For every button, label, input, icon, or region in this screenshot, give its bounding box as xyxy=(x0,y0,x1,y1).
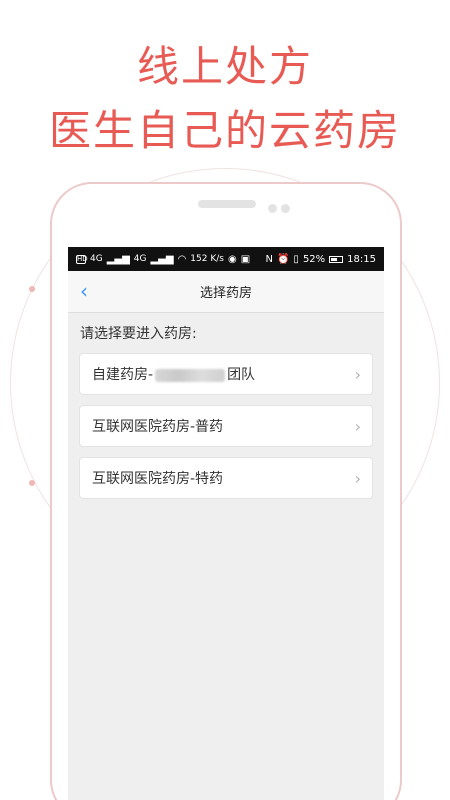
network-speed: 152 K/s xyxy=(190,254,224,264)
phone-speaker xyxy=(198,200,256,208)
battery-percent: 52% xyxy=(302,253,326,265)
phone-camera-dot xyxy=(268,204,277,213)
app-notification-icon: ▣ xyxy=(240,253,251,265)
alarm-icon: ⏰ xyxy=(276,253,290,265)
pharmacy-item-special[interactable]: 互联网医院药房-特药 › xyxy=(79,457,373,499)
chevron-right-icon: › xyxy=(354,468,361,488)
wifi-icon: ◠ xyxy=(177,253,187,265)
battery-icon xyxy=(329,255,344,263)
page-title: 选择药房 xyxy=(199,286,252,301)
chevron-right-icon: › xyxy=(354,364,361,384)
redacted-name xyxy=(155,368,226,382)
nav-bar: ‹ 选择药房 xyxy=(68,271,384,313)
pharmacy-item-self-built[interactable]: 自建药房- 团队 › xyxy=(79,353,373,395)
select-prompt: 请选择要进入药房: xyxy=(80,326,197,342)
promo-headline-line1: 线上处方 xyxy=(136,42,313,91)
hd-icon: HD xyxy=(76,254,88,264)
decorative-dot xyxy=(29,286,35,292)
signal-label-2: 4G xyxy=(133,254,147,264)
pharmacy-item-label: 自建药房- 团队 xyxy=(92,364,255,384)
signal-bars-icon: ▂▄▆ xyxy=(150,253,174,265)
pharmacy-item-prefix: 自建药房- xyxy=(92,367,154,383)
signal-label-1: 4G xyxy=(90,254,103,264)
phone-screen: HD 4G ▂▄▆ 4G ▂▄▆ ◠ 152 K/s ◉ ▣ N ⏰ ▯ 52%… xyxy=(68,247,384,800)
decorative-dot xyxy=(29,480,35,486)
status-time: 18:15 xyxy=(347,253,376,265)
status-bar-right: N ⏰ ▯ 52% 18:15 xyxy=(265,254,376,265)
status-bar: HD 4G ▂▄▆ 4G ▂▄▆ ◠ 152 K/s ◉ ▣ N ⏰ ▯ 52%… xyxy=(68,247,384,271)
phone-sensor-dot xyxy=(281,204,290,213)
pharmacy-item-label: 互联网医院药房-特药 xyxy=(92,471,224,487)
vibrate-icon: ▯ xyxy=(293,253,299,265)
status-bar-left: HD 4G ▂▄▆ 4G ▂▄▆ ◠ 152 K/s ◉ ▣ xyxy=(76,254,250,265)
pharmacy-item-label: 互联网医院药房-普药 xyxy=(92,419,224,435)
chevron-right-icon: › xyxy=(354,416,361,436)
pharmacy-item-general[interactable]: 互联网医院药房-普药 › xyxy=(79,405,373,447)
promo-headline-line2: 医生自己的云药房 xyxy=(48,106,401,155)
pharmacy-list: 自建药房- 团队 › 互联网医院药房-普药 › 互联网医院药房-特药 › xyxy=(68,345,384,499)
network-speed-unit: K/s xyxy=(210,254,224,264)
signal-bars-icon: ▂▄▆ xyxy=(106,253,130,265)
chevron-left-icon[interactable]: ‹ xyxy=(80,281,88,301)
nfc-icon: N xyxy=(265,253,273,265)
pharmacy-item-suffix: 团队 xyxy=(227,367,256,383)
eye-icon: ◉ xyxy=(227,253,237,265)
network-speed-value: 152 xyxy=(190,254,208,264)
